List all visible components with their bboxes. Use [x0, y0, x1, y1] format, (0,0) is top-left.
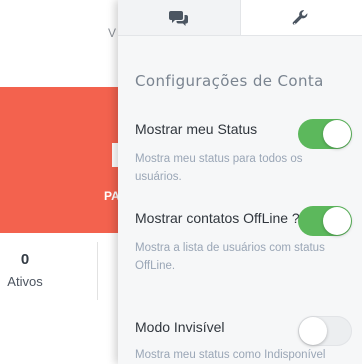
app-screen: V PA 0 Ativos Configurações de Conta Mos…: [0, 0, 362, 364]
setting-show-offline-description: Mostra a lista de usuários com status Of…: [135, 242, 325, 272]
background-topbar-text: V: [108, 26, 117, 40]
active-count-label: Ativos: [7, 274, 43, 289]
settings-panel: Configurações de Conta Mostrar meu Statu…: [118, 0, 362, 364]
tab-settings[interactable]: [241, 0, 362, 35]
setting-show-status-description: Mostra meu status para todos os usuários…: [135, 153, 303, 183]
setting-show-offline-label: Mostrar contatos OffLine ?: [135, 210, 300, 226]
toggle-knob: [323, 207, 351, 235]
panel-tabs: [118, 0, 362, 36]
panel-body: Configurações de Conta: [118, 36, 362, 92]
stats-divider: [97, 242, 98, 300]
show-offline-toggle[interactable]: [298, 206, 352, 236]
active-count-value: 0: [20, 251, 30, 268]
toggle-knob: [299, 317, 327, 345]
show-status-toggle[interactable]: [298, 119, 352, 149]
wrench-icon: [292, 9, 310, 27]
background-status-card[interactable]: [0, 87, 118, 233]
panel-title: Configurações de Conta: [135, 72, 324, 90]
toggle-knob: [323, 120, 351, 148]
tab-chat[interactable]: [118, 0, 241, 35]
chat-bubbles-icon: [168, 10, 189, 26]
background-topbar: [0, 0, 118, 60]
setting-invisible-mode-description: Mostra meu status como Indisponível: [135, 349, 326, 361]
invisible-mode-toggle[interactable]: [298, 316, 352, 346]
